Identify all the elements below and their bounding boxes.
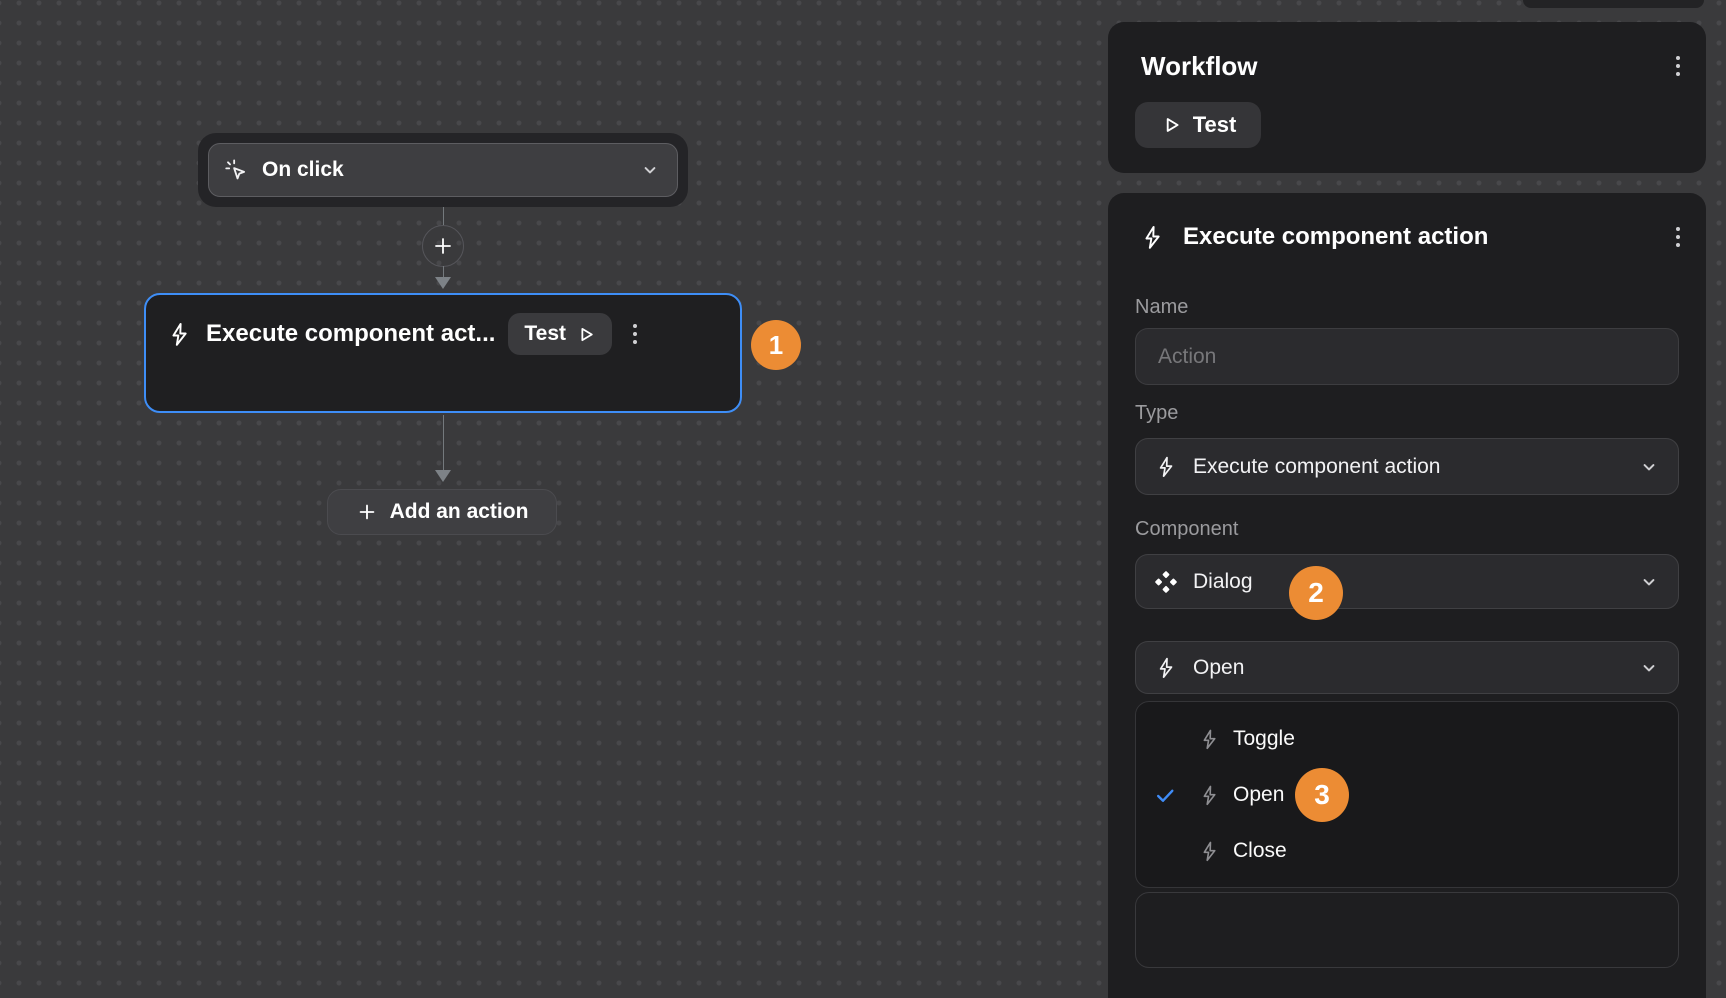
connector-line [443, 207, 445, 226]
connector-line [443, 415, 445, 470]
lightning-icon [1198, 728, 1221, 751]
plus-icon [356, 501, 378, 523]
inspector-more-menu-button[interactable] [1668, 221, 1688, 253]
add-step-button[interactable] [422, 225, 464, 267]
component-label: Component [1135, 518, 1238, 541]
component-action-select[interactable]: Open [1135, 641, 1679, 694]
play-icon [1160, 114, 1182, 136]
trigger-label: On click [262, 158, 626, 182]
name-label: Name [1135, 296, 1188, 319]
annotation-badge-1: 1 [751, 320, 801, 370]
chevron-down-icon [1638, 571, 1660, 593]
lightning-icon [1154, 455, 1178, 479]
chevron-down-icon [1638, 456, 1660, 478]
type-select[interactable]: Execute component action [1135, 438, 1679, 495]
add-an-action-button[interactable]: Add an action [327, 489, 557, 535]
menu-item-toggle[interactable]: Toggle [1136, 711, 1678, 767]
type-label: Type [1135, 402, 1178, 425]
inspector-title: Execute component action [1183, 223, 1651, 251]
lightning-icon [1154, 656, 1178, 680]
empty-parameters-box [1135, 892, 1679, 968]
lightning-icon [166, 321, 193, 348]
chevron-down-icon [1638, 657, 1660, 679]
name-input[interactable] [1135, 328, 1679, 385]
node-test-button[interactable]: Test [508, 313, 612, 355]
cursor-click-icon [223, 157, 249, 183]
check-icon [1154, 784, 1177, 807]
menu-item-close[interactable]: Close [1136, 823, 1678, 879]
inspector-panel: Execute component action Name Type Execu… [1108, 193, 1706, 998]
lightning-icon [1198, 784, 1221, 807]
workflow-panel-title: Workflow [1141, 51, 1668, 82]
component-action-menu: Toggle Open [1135, 701, 1679, 888]
lightning-icon [1198, 840, 1221, 863]
connector-line [443, 266, 445, 277]
component-select[interactable]: Dialog [1135, 554, 1679, 609]
arrowhead-icon [435, 470, 451, 482]
menu-item-open[interactable]: Open [1136, 767, 1678, 823]
arrowhead-icon [435, 277, 451, 289]
offscreen-panel-edge [1523, 0, 1704, 8]
action-node[interactable]: Execute component act... Test [144, 293, 742, 413]
workflow-test-button[interactable]: Test [1135, 102, 1261, 148]
play-icon [575, 324, 596, 345]
node-more-menu-button[interactable] [625, 318, 645, 350]
plus-icon [431, 234, 455, 258]
workflow-more-menu-button[interactable] [1668, 50, 1688, 82]
trigger-dropdown[interactable]: On click [208, 143, 678, 197]
annotation-badge-3: 3 [1295, 768, 1349, 822]
component-icon [1154, 570, 1178, 594]
action-node-title: Execute component act... [206, 320, 495, 348]
lightning-icon [1139, 224, 1166, 251]
chevron-down-icon [639, 159, 661, 181]
workflow-panel: Workflow Test [1108, 22, 1706, 173]
trigger-node: On click [198, 133, 688, 207]
annotation-badge-2: 2 [1289, 566, 1343, 620]
